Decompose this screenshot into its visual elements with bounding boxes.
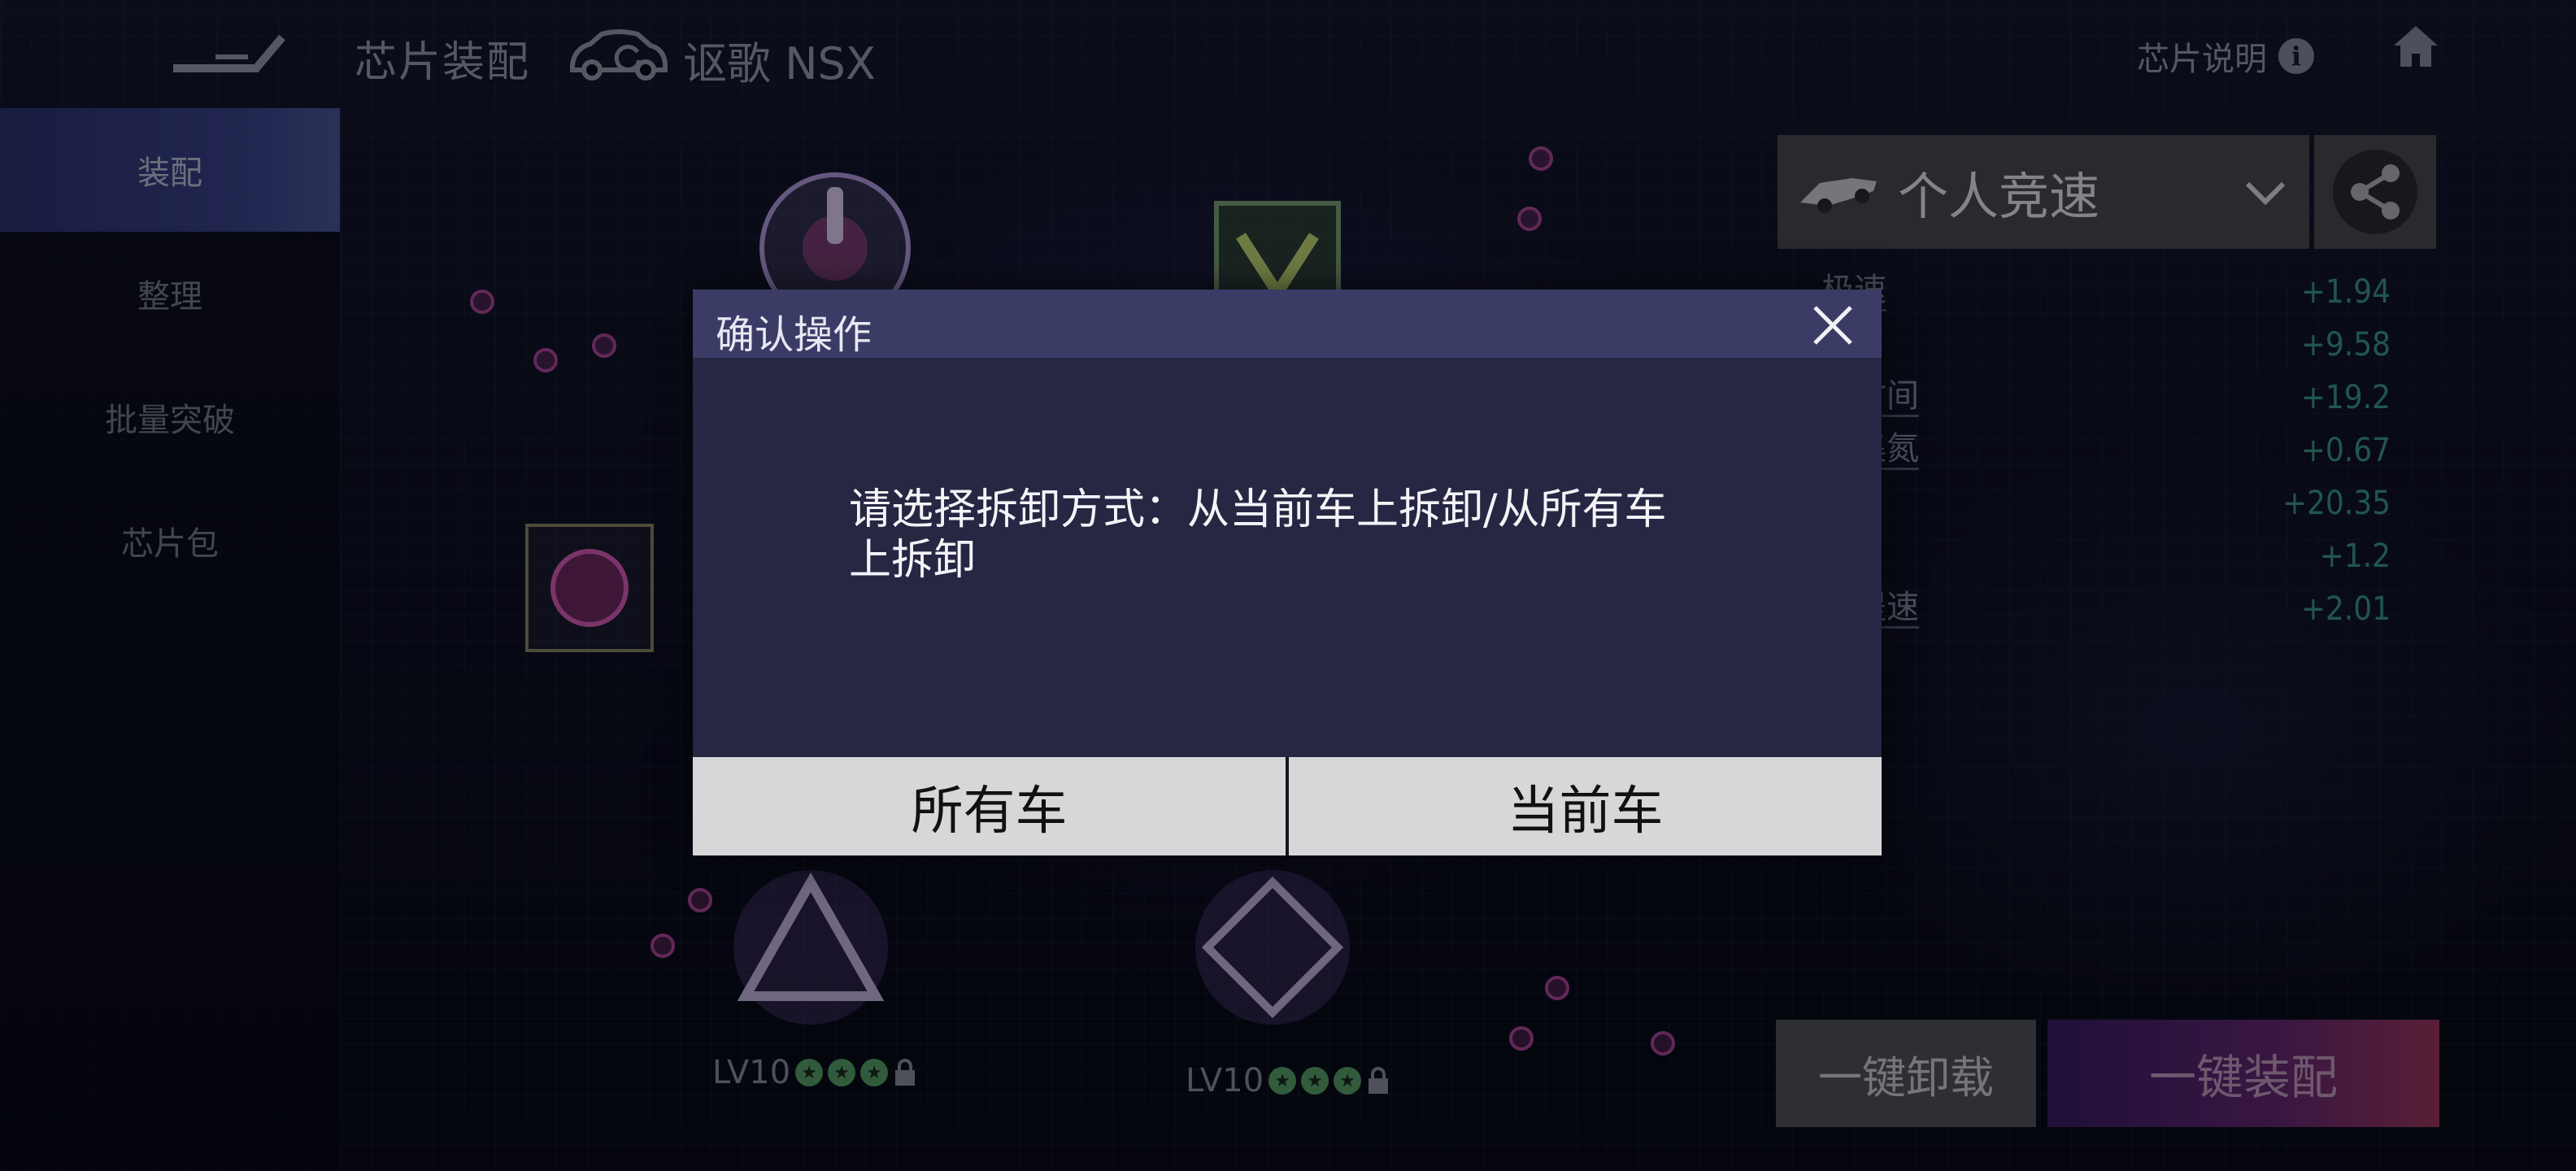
dialog-message-line: 请选择拆卸方式：从当前车上拆卸/从所有车 (849, 485, 1667, 534)
confirm-dialog: 确认操作 请选择拆卸方式：从当前车上拆卸/从所有车 上拆卸 所有车 当前车 (693, 289, 1882, 855)
close-icon[interactable] (1800, 293, 1865, 358)
current-car-button[interactable]: 当前车 (1289, 757, 1882, 855)
dialog-header: 确认操作 (693, 289, 1882, 358)
all-cars-button[interactable]: 所有车 (693, 757, 1286, 855)
dialog-title: 确认操作 (716, 312, 872, 358)
dialog-message: 请选择拆卸方式：从当前车上拆卸/从所有车 上拆卸 (849, 485, 1743, 586)
dialog-message-line: 上拆卸 (849, 536, 977, 585)
dialog-actions: 所有车 当前车 (693, 757, 1882, 855)
